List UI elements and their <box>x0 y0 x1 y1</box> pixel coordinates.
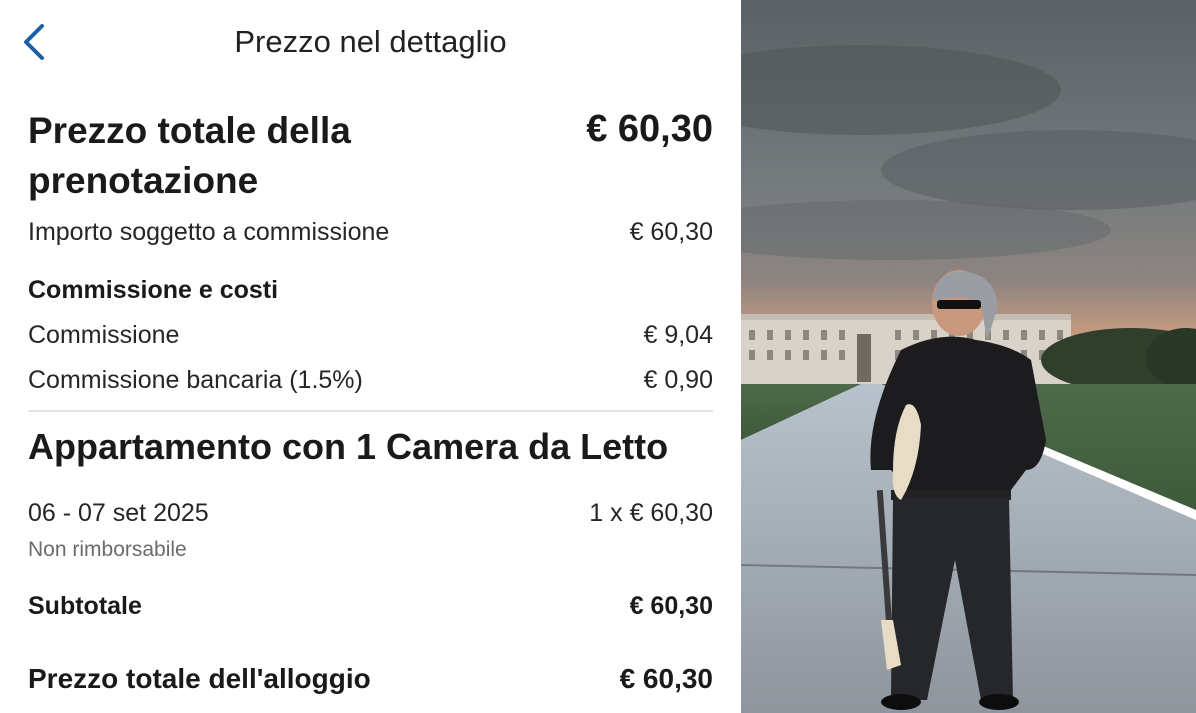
booking-total-label: Prezzo totale della prenotazione <box>28 110 351 201</box>
subtotal-amount: € 60,30 <box>629 592 713 620</box>
subtotal-label: Subtotale <box>28 592 142 620</box>
room-dates-row: 06 - 07 set 2025 1 x € 60,30 <box>28 499 713 528</box>
fee-amount: € 9,04 <box>643 321 713 349</box>
fee-row: Commissione € 9,04 <box>28 321 713 350</box>
room-price-line: 1 x € 60,30 <box>589 499 713 527</box>
room-title-row: Appartamento con 1 Camera da Letto <box>28 426 713 468</box>
fees-heading-row: Commissione e costi <box>28 276 713 305</box>
room-policy-row: Non rimborsabile <box>28 538 713 562</box>
taxable-amount-row: Importo soggetto a commissione € 60,30 <box>28 218 713 247</box>
page-title: Prezzo nel dettaglio <box>234 24 507 59</box>
accommodation-total-row: Prezzo totale dell'alloggio € 60,30 <box>28 663 713 695</box>
booking-total-amount: € 60,30 <box>586 108 713 150</box>
accommodation-total-label: Prezzo totale dell'alloggio <box>28 663 371 694</box>
subtotal-row: Subtotale € 60,30 <box>28 592 713 621</box>
booking-total-row: Prezzo totale della prenotazione € 60,30 <box>28 106 713 206</box>
photo-illustration <box>741 0 1196 713</box>
accommodation-total-amount: € 60,30 <box>619 663 713 694</box>
taxable-amount-label: Importo soggetto a commissione <box>28 218 390 246</box>
section-divider <box>28 410 713 412</box>
fees-heading: Commissione e costi <box>28 276 279 304</box>
taxable-amount-value: € 60,30 <box>629 218 713 246</box>
refund-policy: Non rimborsabile <box>28 538 187 561</box>
fee-amount: € 0,90 <box>643 366 713 394</box>
fee-label: Commissione <box>28 321 180 349</box>
fee-row: Commissione bancaria (1.5%) € 0,90 <box>28 366 713 395</box>
fee-label: Commissione bancaria (1.5%) <box>28 366 363 394</box>
promo-photo <box>741 0 1196 713</box>
room-dates: 06 - 07 set 2025 <box>28 499 209 527</box>
price-detail-panel: Prezzo nel dettaglio Prezzo totale della… <box>0 0 741 713</box>
room-title: Appartamento con 1 Camera da Letto <box>28 426 669 467</box>
